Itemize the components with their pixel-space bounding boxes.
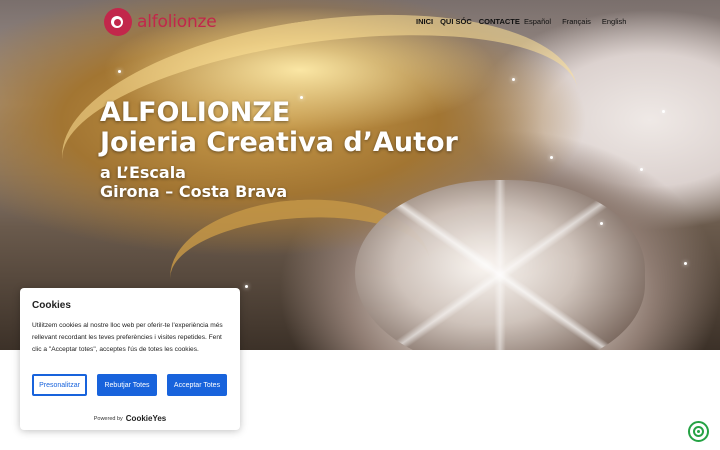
hero-title-line-2: Joieria Creativa d’Autor: [100, 127, 458, 158]
sparkle: [684, 262, 687, 265]
language-switcher: Español Français English: [524, 17, 637, 26]
whatsapp-glyph: [693, 426, 704, 437]
cookie-actions: Presonalitzar Rebutjar Totes Acceptar To…: [32, 374, 227, 396]
language-espanol[interactable]: Español: [524, 17, 551, 26]
powered-by-label: Powered by: [93, 415, 123, 422]
cookie-banner-text: Utilitzem cookies al nostre lloc web per…: [32, 322, 223, 353]
sparkle: [118, 70, 121, 73]
sparkle: [662, 110, 665, 113]
nav-item-inici[interactable]: INICI: [416, 17, 433, 26]
hero-title-line-1: ALFOLIONZE: [100, 97, 291, 128]
whatsapp-icon[interactable]: [688, 421, 709, 442]
accept-all-button[interactable]: Acceptar Totes: [167, 374, 227, 396]
cookieyes-logo[interactable]: CookieYes: [126, 414, 166, 423]
language-francais[interactable]: Français: [562, 17, 591, 26]
hero-subtitle-line-2: Girona – Costa Brava: [100, 182, 288, 201]
customize-cookies-button[interactable]: Presonalitzar: [32, 374, 87, 396]
sparkle: [512, 78, 515, 81]
cookie-banner-title: Cookies: [32, 300, 71, 311]
diamond-image: [355, 180, 645, 350]
hero-title: ALFOLIONZE Joieria Creativa d’Autor a L’…: [100, 98, 458, 201]
reject-all-button[interactable]: Rebutjar Totes: [97, 374, 157, 396]
sparkle: [640, 168, 643, 171]
logo-icon: [104, 8, 132, 36]
cookie-banner: Cookies Utilitzem cookies al nostre lloc…: [20, 288, 240, 430]
site-header: alfolionze INICI QUI SÓC CONTACTE Españo…: [0, 0, 720, 44]
site-logo[interactable]: alfolionze: [104, 8, 217, 36]
sparkle: [600, 222, 603, 225]
nav-item-contacte[interactable]: CONTACTE: [479, 17, 520, 26]
powered-by: Powered by CookieYes: [20, 414, 240, 423]
hero-subtitle-line-1: a L’Escala: [100, 163, 186, 182]
main-nav: INICI QUI SÓC CONTACTE: [416, 17, 527, 26]
nav-item-qui-soc[interactable]: QUI SÓC: [440, 17, 472, 26]
logo-text: alfolionze: [137, 12, 217, 32]
sparkle: [550, 156, 553, 159]
sparkle: [245, 285, 248, 288]
language-english[interactable]: English: [602, 17, 627, 26]
